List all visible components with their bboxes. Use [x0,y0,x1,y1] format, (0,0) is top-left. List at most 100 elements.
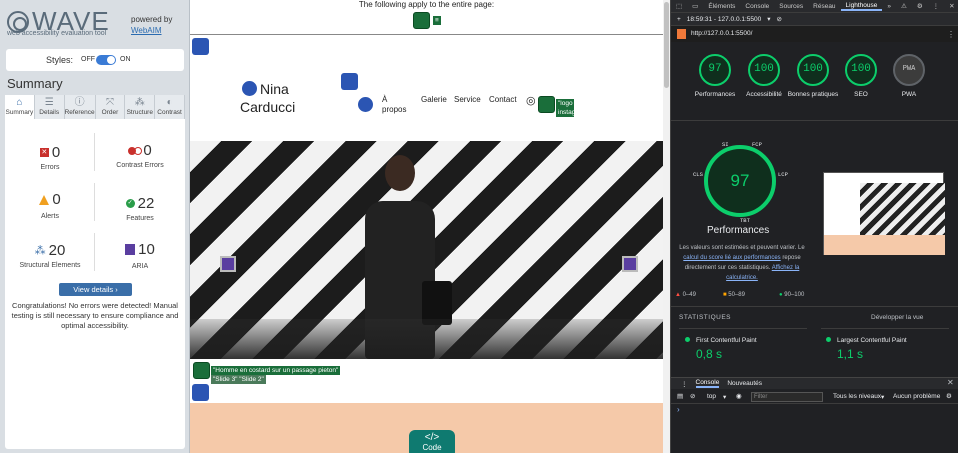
stat-structural[interactable]: ⁂ 20 Structural Elements [7,241,93,269]
drawer-close-icon[interactable]: ✕ [947,378,954,387]
tab-order[interactable]: ⤧ Order [95,95,126,119]
structural-count: 20 [48,242,66,259]
aria-count: 10 [138,241,155,258]
tab-sources[interactable]: Sources [774,3,808,10]
levels-dropdown-icon[interactable]: ▾ [881,393,884,401]
eye-icon[interactable]: ◉ [736,392,742,400]
settings-icon[interactable]: ⚙ [912,2,928,10]
divider [94,183,95,221]
nav-region-icon[interactable] [341,73,358,90]
tab-label: Details [39,109,60,116]
console-settings-icon[interactable]: ⚙ [946,392,952,400]
gauge-performance[interactable]: 97 [699,54,731,86]
metric-tag-lcp: LCP [778,171,788,178]
add-report-icon[interactable]: + [677,16,681,23]
label-accessibility: Accessibilité [746,91,782,98]
device-icon[interactable]: ▭ [687,2,703,10]
context-dropdown-icon[interactable]: ▾ [723,393,726,401]
section-region-icon[interactable] [192,384,209,401]
report-url: http://127.0.0.1:5500/ [671,26,958,42]
gauge-seo[interactable]: 100 [845,54,877,86]
gauge-best-practices[interactable]: 100 [797,54,829,86]
tab-contrast[interactable]: ◐ Contrast [155,95,185,119]
metric-tag-si: SI [722,141,729,148]
carousel-prev-icon[interactable] [220,256,236,272]
drawer-tab-whatsnew[interactable]: Nouveautés [727,380,762,387]
home-icon: ⌂ [16,97,23,108]
clear-console-icon[interactable]: ⊘ [690,392,695,400]
metric-fcp: First Contentful Paint [685,337,757,344]
gauge-pwa[interactable]: PWA [893,54,925,86]
stat-errors[interactable]: ✕ 0 Errors [7,141,93,171]
console-prompt-icon[interactable]: › [677,405,680,414]
language-icon[interactable] [413,12,430,29]
context-selector[interactable]: top [707,393,716,400]
legend-fail-label: 0–49 [682,292,696,298]
page-viewport: The following apply to the entire page: … [190,0,663,453]
list-icon[interactable] [358,97,373,112]
metric-fcp-label: First Contentful Paint [696,337,757,344]
report-selector[interactable]: 18:59:31 - 127.0.0.1:5500 [687,16,761,23]
view-details-button[interactable]: View details › [59,283,132,296]
statistics-header: STATISTIQUES [679,314,731,321]
webaim-link[interactable]: WebAIM [131,26,162,35]
contrast-errors-label: Contrast Errors [116,162,164,169]
carousel-next-icon[interactable] [622,256,638,272]
styles-toggle[interactable] [96,55,116,65]
performance-title: Performances [707,225,770,236]
tab-summary[interactable]: ⌂ Summary [5,95,35,119]
dropdown-icon[interactable]: ▾ [767,15,770,23]
tab-elements[interactable]: Éléments [703,3,740,10]
warning-icon[interactable]: ⚠ [896,2,912,10]
order-icon: ⤧ [105,97,114,108]
stat-contrast-errors[interactable]: 0 Contrast Errors [97,141,183,169]
nav-galerie[interactable]: Galerie [421,95,447,104]
stat-features[interactable]: ✓ 22 Features [97,191,183,222]
hero-shadow [190,319,663,359]
alt-text-icon[interactable] [538,96,555,113]
expand-view-toggle[interactable]: Développer la vue [871,314,923,321]
score-calc-link[interactable]: calcul du score lié aux performances [683,255,780,261]
gauge-accessibility[interactable]: 100 [748,54,780,86]
tab-details[interactable]: ☰ Details [34,95,65,119]
issues-counter[interactable]: Aucun problème [893,393,940,400]
thumbnail-hero [860,183,945,235]
code-label: Code [422,443,442,452]
styles-toggle-box: Styles: OFF ON [6,49,184,71]
header-region-icon[interactable] [192,38,209,55]
page-scroll-thumb[interactable] [664,2,669,88]
tab-lighthouse[interactable]: Lighthouse [840,2,883,11]
devtools-panel: ⬚ ▭ Éléments Console Sources Réseau Ligh… [670,0,958,453]
log-levels-dropdown[interactable]: Tous les niveaux [833,393,881,400]
console-filter-input[interactable]: Filter [751,392,823,402]
metric-tag-tbt: TBT [740,217,750,224]
tab-reference[interactable]: ⓘ Reference [64,95,96,119]
nav-contact[interactable]: Contact [489,95,517,104]
pass-dot-icon: ● [779,292,783,298]
more-tabs-icon[interactable]: » [882,3,896,10]
title-icon[interactable]: ≡ [433,16,441,25]
wave-sidebar: WAVE web accessibility evaluation tool p… [0,0,190,453]
tab-network[interactable]: Réseau [808,3,840,10]
more-icon[interactable]: ⋮ [928,2,945,10]
tab-console[interactable]: Console [740,3,774,10]
features-label: Features [126,215,154,222]
styles-on-label: ON [120,56,131,63]
menu-icon[interactable]: ⋮ [947,30,955,39]
hero-alt-label: "Homme en costard sur un passage pieton" [211,366,341,375]
clear-icon[interactable]: ⊘ [777,15,782,23]
close-icon[interactable]: ✕ [944,2,958,10]
summary-panel: ✕ 0 Errors 0 Contrast Errors 0 Alerts ✓ 22… [5,119,185,449]
sidebar-toggle-icon[interactable]: ▤ [677,392,683,400]
stat-aria[interactable]: 10 ARIA [97,241,183,270]
nav-apropos[interactable]: À propos [382,95,408,115]
image-alt-icon[interactable] [193,362,210,379]
instagram-icon[interactable]: ◎ [526,94,536,107]
tab-structure[interactable]: ⁂ Structure [125,95,156,119]
stat-alerts[interactable]: 0 Alerts [7,191,93,220]
inspect-icon[interactable]: ⬚ [671,2,687,10]
nav-service[interactable]: Service [454,95,481,104]
final-screenshot[interactable] [823,172,945,255]
drawer-tab-console[interactable]: Console [695,379,720,388]
drawer-menu-icon[interactable]: ⋮ [681,380,688,388]
